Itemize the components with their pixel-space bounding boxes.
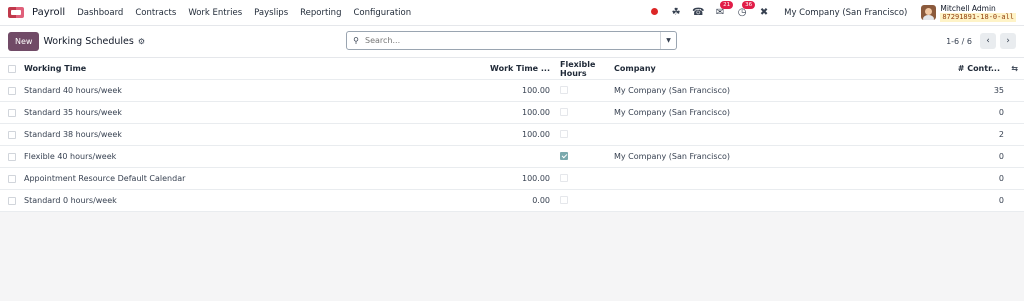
- database-name: 87291891-18-0-all: [940, 12, 1016, 22]
- table-row[interactable]: Standard 0 hours/week 0.00 0: [0, 190, 1024, 212]
- flexible-checkbox: [560, 85, 568, 94]
- row-checkbox[interactable]: [8, 152, 16, 161]
- cell-count: 0: [998, 108, 1004, 117]
- search-bar: ⚲ ▼: [346, 31, 677, 50]
- cell-company: My Company (San Francisco): [614, 108, 730, 117]
- avatar[interactable]: [921, 5, 937, 20]
- table-row[interactable]: Standard 40 hours/week 100.00 My Company…: [0, 80, 1024, 102]
- flexible-checkbox: [560, 129, 568, 138]
- cell-name: Flexible 40 hours/week: [24, 152, 117, 161]
- column-work-time[interactable]: Work Time ...: [444, 64, 554, 73]
- activity-clock-icon[interactable]: ◷ 36: [736, 1, 756, 18]
- table-row[interactable]: Flexible 40 hours/week My Company (San F…: [0, 146, 1024, 168]
- menu-payslips[interactable]: Payslips: [254, 8, 288, 18]
- company-switcher[interactable]: My Company (San Francisco): [784, 8, 907, 18]
- cell-name: Standard 35 hours/week: [24, 108, 122, 117]
- cell-flexible: [554, 151, 614, 162]
- flexible-checkbox: [560, 173, 568, 182]
- cell-count: 2: [998, 130, 1004, 139]
- phone-icon[interactable]: ☎: [692, 7, 704, 18]
- caret-down-icon: ▼: [666, 37, 671, 44]
- bug-icon[interactable]: ☘: [670, 7, 682, 18]
- row-checkbox[interactable]: [8, 174, 16, 183]
- list-header: Working Time Work Time ... Flexible Hour…: [0, 58, 1024, 80]
- user-menu[interactable]: Mitchell Admin 87291891-18-0-all: [921, 4, 1016, 22]
- search-options-toggle[interactable]: ▼: [660, 32, 676, 49]
- control-panel: New Working Schedules ⚙ ⚲ ▼ 1-6 / 6 ‹ ›: [0, 26, 1024, 57]
- cell-company: My Company (San Francisco): [614, 152, 730, 161]
- cell-name: Standard 40 hours/week: [24, 86, 122, 95]
- chevron-left-icon: ‹: [986, 36, 990, 46]
- app-name[interactable]: Payroll: [32, 7, 65, 18]
- cell-flexible: [554, 129, 614, 140]
- cell-flexible: [554, 195, 614, 206]
- cell-hours: 100.00: [522, 174, 550, 183]
- chevron-right-icon: ›: [1006, 36, 1010, 46]
- cell-count: 0: [998, 152, 1004, 161]
- pager-value[interactable]: 1-6 / 6: [946, 37, 972, 46]
- search-icon: ⚲: [353, 36, 359, 45]
- cell-company: My Company (San Francisco): [614, 86, 730, 95]
- cell-flexible: [554, 107, 614, 118]
- cell-name: Standard 0 hours/week: [24, 196, 117, 205]
- column-contracts-count[interactable]: # Contr...: [950, 64, 1000, 73]
- systray: ☘ ☎ ✉ 21 ◷ 36 ✖ My Company (San Francisco)…: [648, 1, 1016, 22]
- pager: 1-6 / 6 ‹ ›: [946, 33, 1016, 49]
- menu-dashboard[interactable]: Dashboard: [77, 8, 123, 18]
- row-checkbox[interactable]: [8, 130, 16, 139]
- cell-count: 0: [998, 174, 1004, 183]
- flexible-checkbox: [560, 195, 568, 204]
- table-row[interactable]: Standard 35 hours/week 100.00 My Company…: [0, 102, 1024, 124]
- menu-work-entries[interactable]: Work Entries: [188, 8, 242, 18]
- flexible-checkbox: [560, 107, 568, 116]
- menu-reporting[interactable]: Reporting: [300, 8, 341, 18]
- cell-flexible: [554, 85, 614, 96]
- column-flexible-hours[interactable]: Flexible Hours: [554, 60, 614, 78]
- column-working-time[interactable]: Working Time: [24, 64, 444, 73]
- top-navbar: Payroll Dashboard Contracts Work Entries…: [0, 0, 1024, 26]
- cell-hours: 100.00: [522, 86, 550, 95]
- cell-name: Appointment Resource Default Calendar: [24, 174, 186, 183]
- pager-previous-button[interactable]: ‹: [980, 33, 996, 49]
- cell-count: 0: [998, 196, 1004, 205]
- gear-icon[interactable]: ⚙: [138, 37, 145, 46]
- tools-icon[interactable]: ✖: [758, 7, 770, 18]
- row-checkbox[interactable]: [8, 196, 16, 205]
- column-company[interactable]: Company: [614, 64, 994, 73]
- search-input[interactable]: [365, 36, 660, 45]
- select-all-checkbox[interactable]: [8, 64, 16, 73]
- cell-count: 35: [993, 86, 1004, 95]
- messages-badge: 21: [720, 1, 734, 9]
- main-menu: Dashboard Contracts Work Entries Payslip…: [77, 8, 411, 18]
- row-checkbox[interactable]: [8, 86, 16, 95]
- user-name: Mitchell Admin: [940, 3, 996, 13]
- pager-next-button[interactable]: ›: [1000, 33, 1016, 49]
- table-row[interactable]: Appointment Resource Default Calendar 10…: [0, 168, 1024, 190]
- cell-hours: 100.00: [522, 130, 550, 139]
- list-view: Working Time Work Time ... Flexible Hour…: [0, 57, 1024, 212]
- cell-hours: 100.00: [522, 108, 550, 117]
- new-button[interactable]: New: [8, 32, 40, 51]
- cell-flexible: [554, 173, 614, 184]
- flexible-checkbox-checked: [560, 151, 568, 160]
- recording-icon[interactable]: [648, 7, 660, 18]
- menu-contracts[interactable]: Contracts: [135, 8, 176, 18]
- cell-hours: 0.00: [532, 196, 550, 205]
- row-checkbox[interactable]: [8, 108, 16, 117]
- menu-configuration[interactable]: Configuration: [353, 8, 411, 18]
- page-title: Working Schedules: [43, 36, 134, 47]
- activity-badge: 36: [742, 1, 756, 9]
- app-menu-icon[interactable]: [8, 7, 24, 18]
- cell-name: Standard 38 hours/week: [24, 130, 122, 139]
- table-row[interactable]: Standard 38 hours/week 100.00 2: [0, 124, 1024, 146]
- messages-icon[interactable]: ✉ 21: [714, 1, 734, 18]
- optional-columns-icon[interactable]: ⇆: [1011, 64, 1018, 73]
